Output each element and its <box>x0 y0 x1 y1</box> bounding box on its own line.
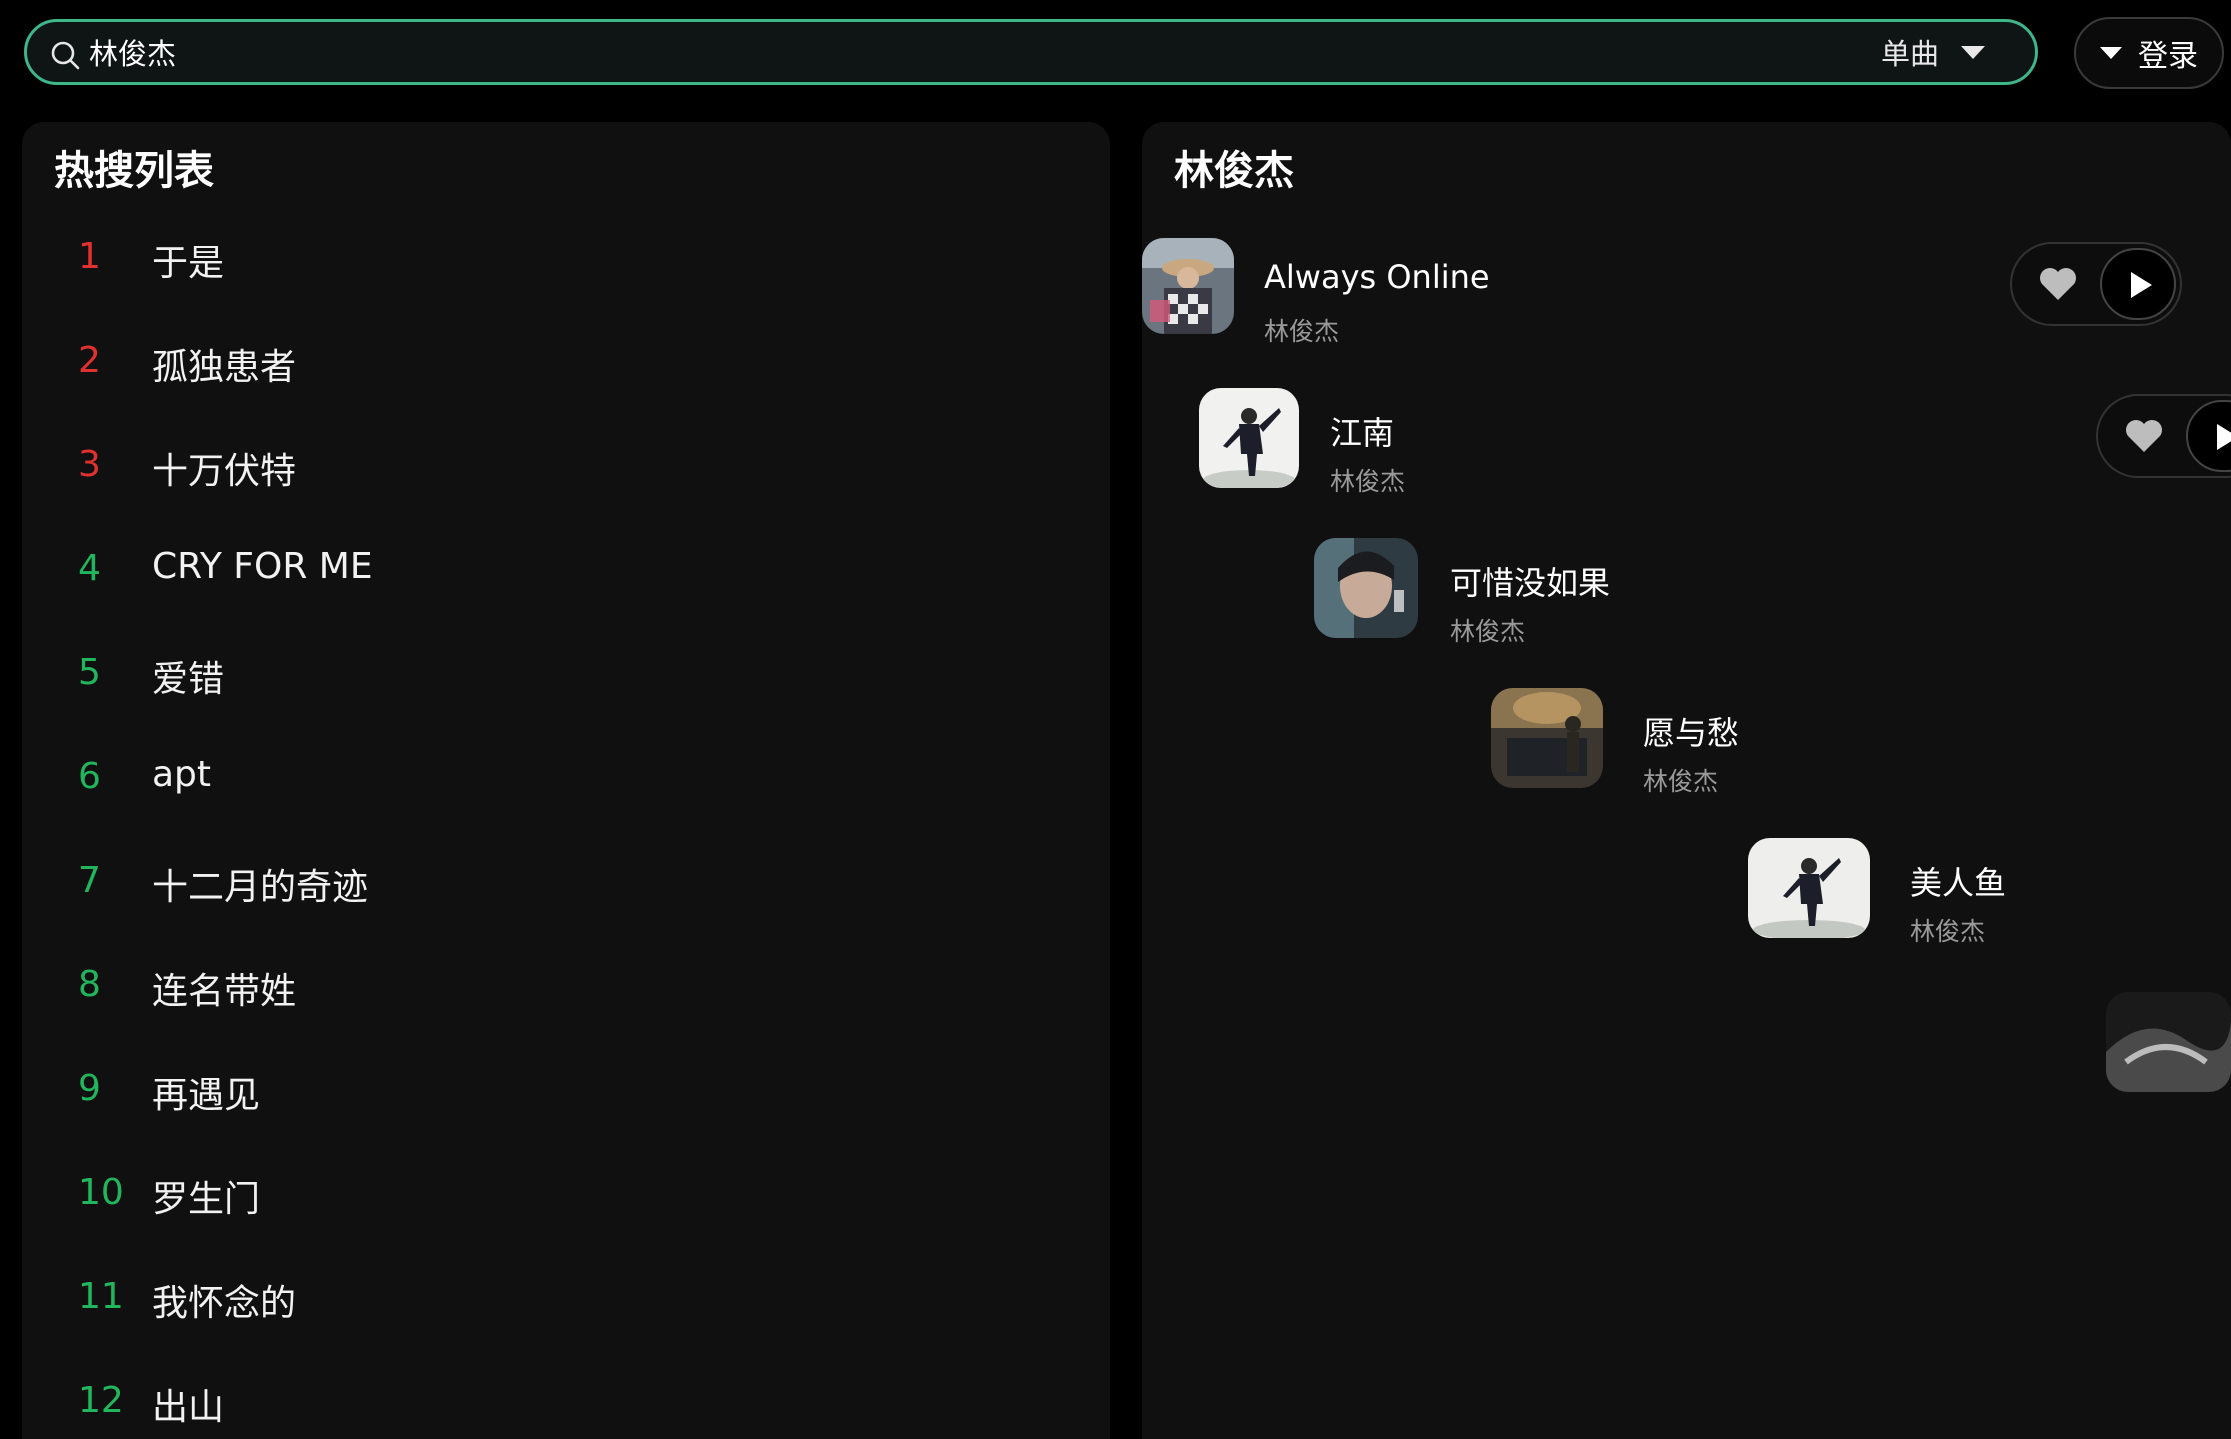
search-results-panel: 林俊杰 Always Online 林俊杰 江南 林俊杰 可惜没如果 林俊杰 愿… <box>1142 122 2231 1439</box>
hot-rank: 11 <box>78 1276 124 1317</box>
hot-list-item[interactable]: 5 爱错 <box>22 634 1110 714</box>
hot-list-item[interactable]: 2 孤独患者 <box>22 322 1110 402</box>
song-item[interactable]: 可惜没如果 林俊杰 <box>1314 538 2214 646</box>
hot-title: 于是 <box>152 243 225 284</box>
hot-title: 再遇见 <box>152 1075 261 1116</box>
hot-title: 十二月的奇迹 <box>152 867 369 908</box>
hot-list-item[interactable]: 12 出山 <box>22 1362 1110 1439</box>
play-icon <box>2217 424 2231 450</box>
hot-rank: 1 <box>78 236 101 277</box>
hot-list-panel: 热搜列表 1 于是 2 孤独患者 3 十万伏特 4 CRY FOR ME 5 爱… <box>22 122 1110 1439</box>
hot-rank: 3 <box>78 444 101 485</box>
play-button[interactable] <box>2186 400 2231 472</box>
hot-rank: 10 <box>78 1172 124 1213</box>
hot-title: 出山 <box>152 1387 225 1428</box>
hot-title: 十万伏特 <box>152 451 297 492</box>
hot-rank: 2 <box>78 340 101 381</box>
hot-title: 爱错 <box>152 659 225 700</box>
hot-rank: 9 <box>78 1068 101 1109</box>
song-item[interactable]: 美人鱼 林俊杰 <box>1748 838 2231 946</box>
song-artist: 林俊杰 <box>1330 467 1406 496</box>
hot-list-item[interactable]: 7 十二月的奇迹 <box>22 842 1110 922</box>
album-cover <box>2106 992 2231 1092</box>
search-icon <box>51 41 80 70</box>
caret-down-icon <box>1961 45 1986 59</box>
hot-rank: 4 <box>78 548 101 589</box>
hot-title: 罗生门 <box>152 1179 261 1220</box>
album-cover <box>1491 688 1603 788</box>
hot-rank: 6 <box>78 756 101 797</box>
play-button[interactable] <box>2100 248 2176 320</box>
search-type-dropdown[interactable]: 单曲 <box>1881 32 1986 72</box>
song-artist: 林俊杰 <box>1450 617 1526 646</box>
song-title: 美人鱼 <box>1910 864 2007 902</box>
hot-rank: 12 <box>78 1380 124 1421</box>
song-item[interactable]: 愿与愁 林俊杰 <box>1491 688 2191 796</box>
hot-list-item[interactable]: 6 apt <box>22 738 1110 818</box>
hot-rank: 7 <box>78 860 101 901</box>
hot-title: 我怀念的 <box>152 1283 297 1324</box>
song-controls <box>2096 394 2231 478</box>
hot-list-item[interactable]: 11 我怀念的 <box>22 1258 1110 1338</box>
hot-title: apt <box>152 754 212 795</box>
play-icon <box>2131 272 2152 298</box>
song-item[interactable]: Always Online 林俊杰 <box>1142 238 2231 346</box>
hot-list-item[interactable]: 3 十万伏特 <box>22 426 1110 506</box>
album-cover <box>1142 238 1234 334</box>
search-bar[interactable]: 单曲 <box>24 19 2038 85</box>
hot-title: CRY FOR ME <box>152 546 373 587</box>
login-button[interactable]: 登录 <box>2074 17 2224 89</box>
album-cover <box>1748 838 1870 938</box>
search-input[interactable] <box>89 32 1839 72</box>
song-title: 可惜没如果 <box>1450 564 1611 602</box>
hot-rank: 5 <box>78 652 101 693</box>
song-title: 江南 <box>1330 414 1395 452</box>
search-type-label: 单曲 <box>1881 37 1940 71</box>
hot-list-item[interactable]: 10 罗生门 <box>22 1154 1110 1234</box>
hot-list-item[interactable]: 9 再遇见 <box>22 1050 1110 1130</box>
hot-rank: 8 <box>78 964 101 1005</box>
heart-icon[interactable] <box>2124 418 2164 454</box>
song-controls <box>2010 242 2182 326</box>
hot-title: 连名带姓 <box>152 971 297 1012</box>
hot-list-item[interactable]: 1 于是 <box>22 218 1110 298</box>
hot-list-item[interactable]: 8 连名带姓 <box>22 946 1110 1026</box>
hot-list-item[interactable]: 4 CRY FOR ME <box>22 530 1110 610</box>
song-artist: 林俊杰 <box>1264 317 1340 346</box>
login-label: 登录 <box>2138 39 2198 74</box>
heart-icon[interactable] <box>2038 266 2078 302</box>
song-title: Always Online <box>1264 258 1490 296</box>
song-artist: 林俊杰 <box>1910 917 1986 946</box>
hot-title: 孤独患者 <box>152 347 297 388</box>
album-cover <box>1314 538 1418 638</box>
album-cover <box>1199 388 1299 488</box>
song-artist: 林俊杰 <box>1643 767 1719 796</box>
song-title: 愿与愁 <box>1643 714 1740 752</box>
song-item[interactable]: 江南 林俊杰 <box>1199 388 2231 496</box>
results-title: 林俊杰 <box>1174 148 1294 194</box>
caret-down-icon <box>2100 47 2122 59</box>
hot-list-title: 热搜列表 <box>54 148 214 194</box>
